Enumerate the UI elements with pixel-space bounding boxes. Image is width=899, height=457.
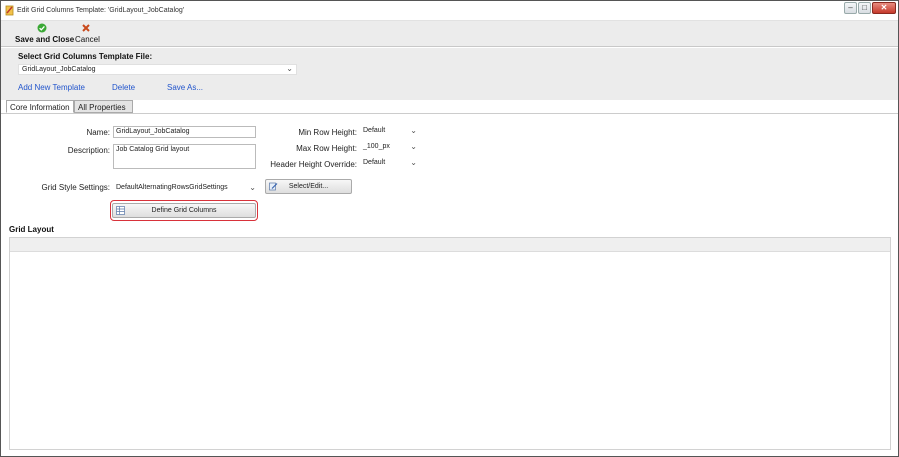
chevron-down-icon: ⌄: [286, 64, 293, 73]
chevron-down-icon: ⌄: [410, 126, 417, 135]
header-height-override-select[interactable]: Default ⌄: [363, 158, 417, 169]
tab-core-information[interactable]: Core Information: [6, 100, 74, 113]
select-edit-button[interactable]: Select/Edit...: [265, 179, 352, 194]
grid-layout-title: Grid Layout: [9, 225, 54, 234]
grid-style-settings-value: DefaultAlternatingRowsGridSettings: [116, 184, 228, 191]
tab-all-properties[interactable]: All Properties: [74, 100, 133, 113]
save-as-link[interactable]: Save As...: [167, 83, 203, 92]
close-button[interactable]: ✕: [872, 2, 896, 14]
min-row-height-value: Default: [363, 127, 386, 134]
grid-style-settings-select[interactable]: DefaultAlternatingRowsGridSettings ⌄: [116, 183, 256, 194]
grid-layout-preview: [9, 237, 891, 450]
cancel-button[interactable]: Cancel: [75, 23, 100, 44]
header-height-override-label: Header Height Override:: [270, 160, 357, 169]
grid-style-settings-label: Grid Style Settings:: [41, 183, 110, 192]
chevron-down-icon: ⌄: [410, 142, 417, 151]
save-and-close-label: Save and Close: [15, 35, 75, 44]
close-icon: ✕: [880, 3, 888, 12]
x-icon: [82, 24, 90, 32]
save-and-close-button[interactable]: Save and Close: [15, 23, 75, 44]
define-grid-columns-highlight: [110, 200, 258, 221]
add-new-template-link[interactable]: Add New Template: [18, 83, 85, 92]
header-height-override-value: Default: [363, 159, 386, 166]
name-input[interactable]: GridLayout_JobCatalog: [113, 126, 256, 138]
min-row-height-label: Min Row Height:: [298, 128, 357, 137]
max-row-height-select[interactable]: _100_px ⌄: [363, 142, 417, 153]
template-file-heading: Select Grid Columns Template File:: [18, 52, 153, 61]
description-label: Description:: [67, 146, 110, 155]
app-pencil-icon: [5, 5, 14, 16]
chevron-down-icon: ⌄: [410, 158, 417, 167]
edit-grid-columns-window: Edit Grid Columns Template: 'GridLayout_…: [0, 0, 899, 457]
tab-divider: [1, 113, 898, 114]
minimize-icon: –: [848, 3, 853, 12]
description-input[interactable]: Job Catalog Grid layout: [113, 144, 256, 169]
cancel-label: Cancel: [75, 35, 100, 44]
toolbar: Save and Close Cancel: [1, 21, 898, 47]
maximize-button[interactable]: □: [858, 2, 871, 14]
template-file-select[interactable]: GridLayout_JobCatalog ⌄: [18, 64, 297, 75]
grid-layout-header: [10, 238, 890, 252]
title-bar: Edit Grid Columns Template: 'GridLayout_…: [1, 1, 898, 21]
select-edit-label: Select/Edit...: [288, 183, 329, 190]
name-label: Name:: [86, 128, 110, 137]
max-row-height-value: _100_px: [363, 143, 390, 150]
delete-link[interactable]: Delete: [112, 83, 135, 92]
maximize-icon: □: [862, 3, 867, 12]
selected-template-file: GridLayout_JobCatalog: [22, 66, 96, 73]
chevron-down-icon: ⌄: [249, 183, 256, 192]
green-check-icon: [37, 23, 47, 33]
max-row-height-label: Max Row Height:: [296, 144, 357, 153]
window-title: Edit Grid Columns Template: 'GridLayout_…: [17, 7, 185, 14]
min-row-height-select[interactable]: Default ⌄: [363, 126, 417, 137]
minimize-button[interactable]: –: [844, 2, 857, 14]
template-file-panel: Select Grid Columns Template File: GridL…: [1, 48, 898, 100]
